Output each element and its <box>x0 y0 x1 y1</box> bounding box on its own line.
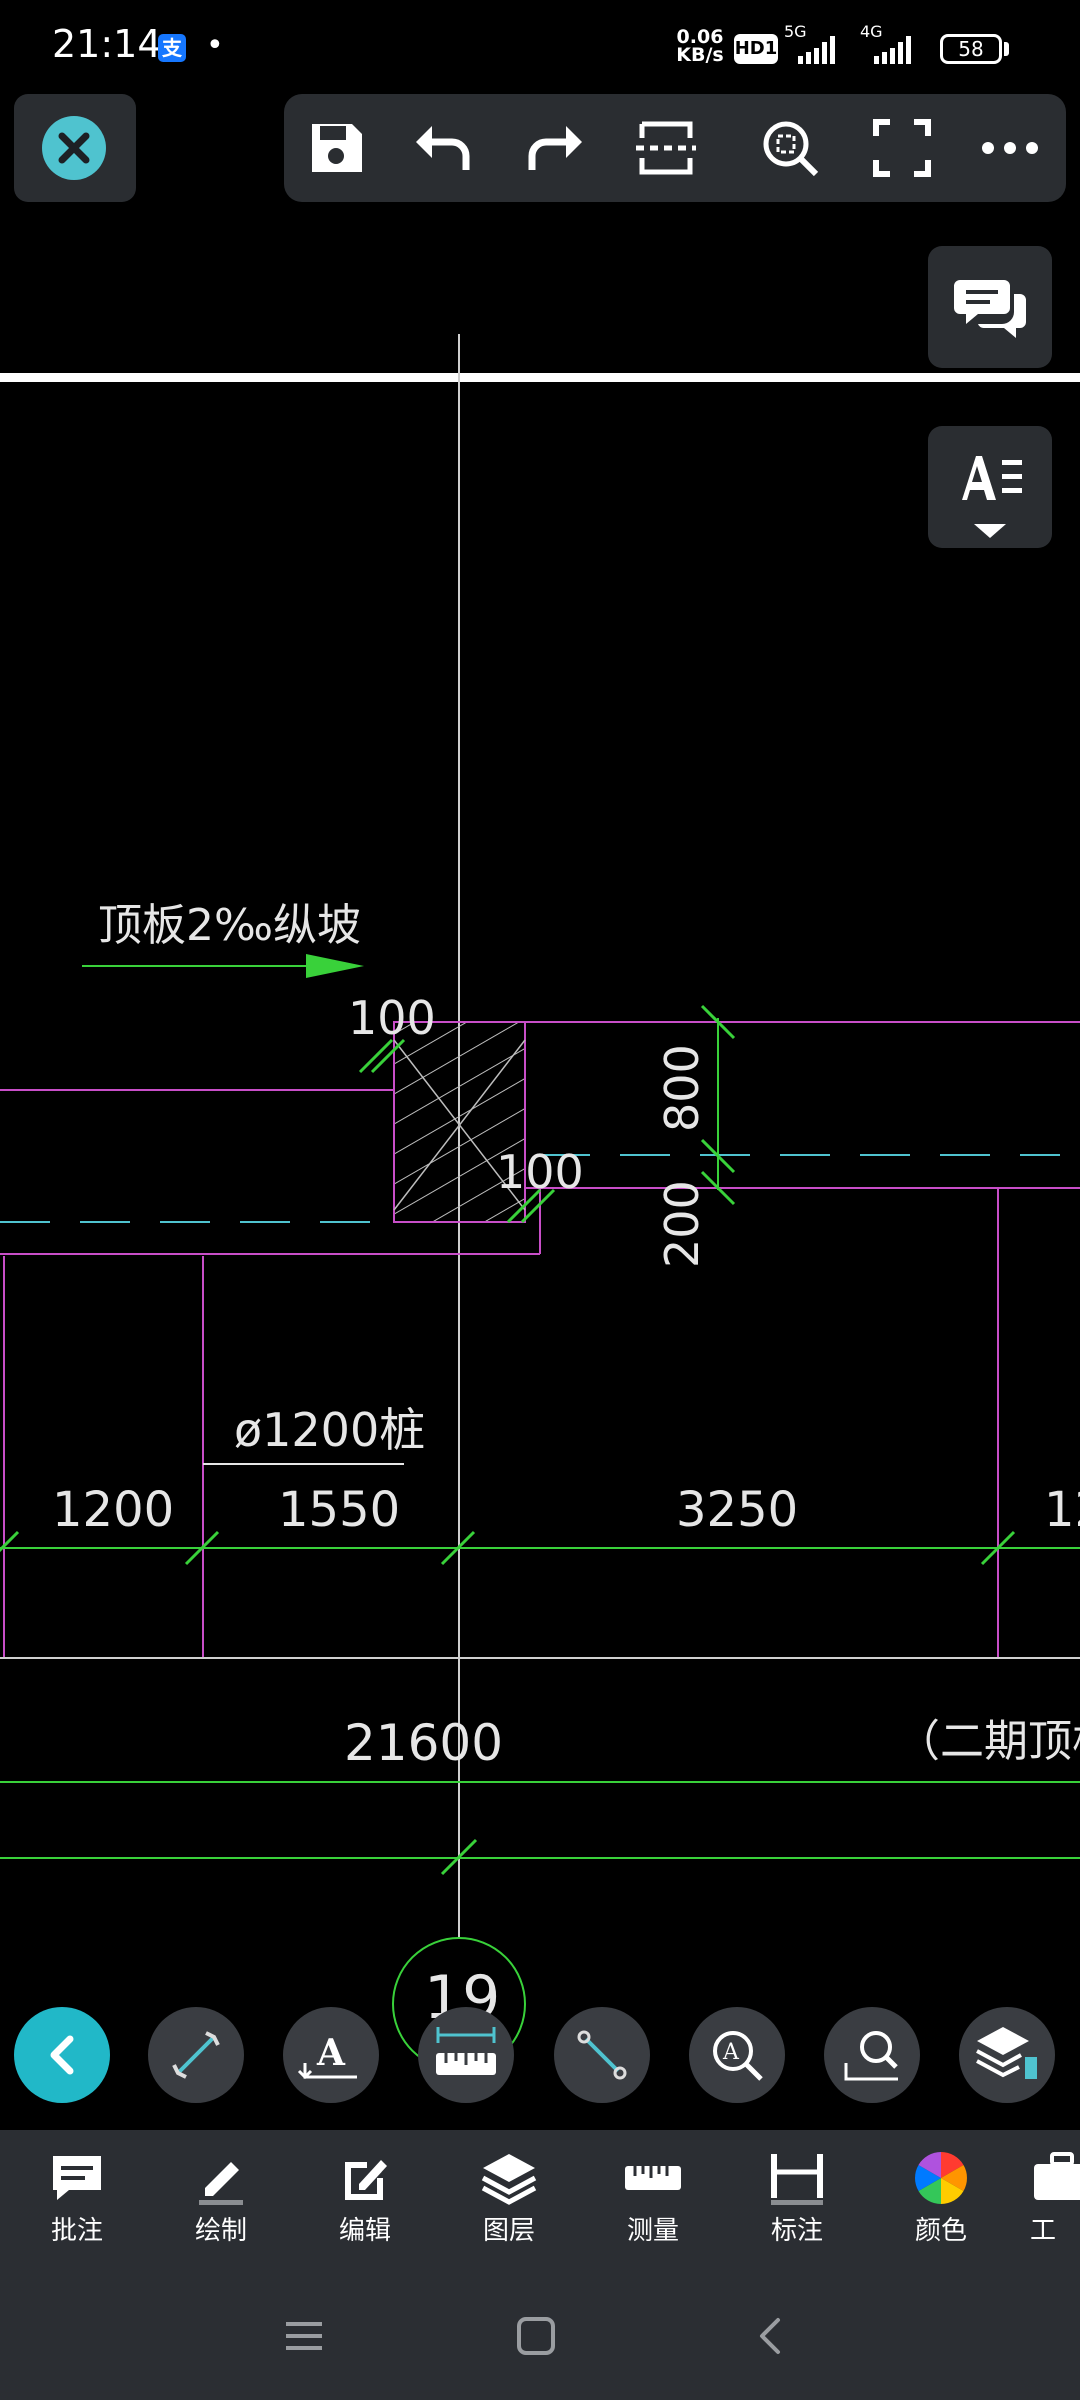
more-button[interactable] <box>978 116 1042 180</box>
point-distance-tool[interactable] <box>554 2007 650 2103</box>
tab-draw-label: 绘制 <box>194 2216 247 2246</box>
text-size-button[interactable] <box>928 426 1052 548</box>
ruler-icon <box>625 2166 681 2190</box>
menu-icon[interactable] <box>282 2314 326 2358</box>
color-wheel-icon <box>915 2152 967 2204</box>
layers-icon <box>481 2154 537 2205</box>
slope-arrow-head <box>306 954 364 978</box>
bottom-feature-bar: 批注 绘制 编辑 图层 测量 标注 颜色 工 <box>0 2130 1080 2272</box>
collapse-tools-button[interactable] <box>14 2007 110 2103</box>
ruler-dimension-icon <box>436 2027 496 2075</box>
top-toolbar <box>284 94 1066 202</box>
dim-100-mid: 100 <box>496 1145 584 1199</box>
tab-annotate[interactable]: 批注 <box>22 2148 132 2258</box>
comment-icon <box>53 2156 101 2200</box>
comment-search-icon <box>844 2031 898 2081</box>
measure-aligned-tool[interactable] <box>148 2007 244 2103</box>
close-button-container <box>14 94 136 202</box>
tab-tools-label: 工 <box>1030 2216 1057 2246</box>
dim-3250: 3250 <box>676 1482 798 1538</box>
layer-tool[interactable] <box>959 2007 1055 2103</box>
dim-100-top: 100 <box>348 991 436 1045</box>
redo-button[interactable] <box>522 116 586 180</box>
zoom-search-icon <box>763 121 819 177</box>
dimension-icon <box>771 2154 823 2205</box>
more-icon <box>982 142 1038 154</box>
svg-text:A: A <box>722 2040 740 2065</box>
toolbox-icon <box>1034 2152 1080 2200</box>
tab-draw[interactable]: 绘制 <box>166 2148 276 2258</box>
area-search-tool[interactable] <box>824 2007 920 2103</box>
pile-lines <box>3 1188 999 1658</box>
tab-edit[interactable]: 编辑 <box>310 2148 420 2258</box>
tab-measure[interactable]: 测量 <box>598 2148 708 2258</box>
undo-icon <box>416 126 470 170</box>
save-button[interactable] <box>304 116 368 180</box>
text-annotation-icon: A <box>297 2032 357 2080</box>
text-search-tool[interactable]: A <box>689 2007 785 2103</box>
cad-drawing-canvas[interactable]: 顶板2‰纵坡 100 100 800 200 ø1200桩 1200 1550 … <box>0 0 1080 2130</box>
comment-bubbles-icon <box>954 280 1026 338</box>
layers-icon <box>976 2027 1037 2079</box>
tab-measure-label: 测量 <box>626 2216 679 2246</box>
back-icon[interactable] <box>748 2314 792 2358</box>
tab-dimension-label: 标注 <box>770 2216 823 2246</box>
close-icon <box>58 132 90 164</box>
close-button[interactable] <box>42 116 106 180</box>
pile-label: ø1200桩 <box>234 1403 425 1457</box>
diagonal-dimension-icon <box>172 2031 220 2079</box>
dim-200-label: 200 <box>655 1180 709 1268</box>
tab-layers-label: 图层 <box>482 2216 535 2246</box>
home-icon[interactable] <box>514 2314 558 2358</box>
dim-21600: 21600 <box>344 1714 503 1772</box>
phase-2-label: （二期顶板纟 <box>896 1716 1080 1767</box>
tab-tools[interactable]: 工 <box>1030 2148 1080 2258</box>
redo-icon <box>528 126 582 170</box>
undo-button[interactable] <box>412 116 476 180</box>
system-navigation-bar <box>0 2272 1080 2400</box>
dim-1550: 1550 <box>278 1482 400 1538</box>
comments-button[interactable] <box>928 246 1052 368</box>
tab-color-label: 颜色 <box>914 2216 967 2246</box>
tab-layers[interactable]: 图层 <box>454 2148 564 2258</box>
partial-view-button[interactable] <box>634 116 698 180</box>
distance-line-icon <box>577 2030 627 2080</box>
tab-edit-label: 编辑 <box>338 2216 391 2246</box>
text-annotation-tool[interactable]: A <box>283 2007 379 2103</box>
dim-12-cut: 12 <box>1044 1482 1080 1538</box>
slope-label: 顶板2‰纵坡 <box>98 900 361 951</box>
linear-measure-tool[interactable] <box>418 2007 514 2103</box>
tab-dimension[interactable]: 标注 <box>742 2148 852 2258</box>
tab-color[interactable]: 颜色 <box>886 2148 996 2258</box>
pencil-icon <box>199 2162 243 2205</box>
save-icon <box>312 124 362 172</box>
svg-text:A: A <box>316 2032 346 2074</box>
edit-icon <box>345 2160 387 2200</box>
tab-annotate-label: 批注 <box>50 2216 103 2246</box>
fullscreen-icon <box>873 119 931 177</box>
text-search-icon: A <box>713 2031 763 2081</box>
text-format-icon <box>962 456 1022 538</box>
fullscreen-button[interactable] <box>870 116 934 180</box>
section-frame-icon <box>636 121 696 175</box>
dim-1200: 1200 <box>52 1482 174 1538</box>
zoom-extent-button[interactable] <box>758 116 822 180</box>
dim-800-label: 800 <box>655 1044 709 1132</box>
chevron-left-icon <box>50 2035 74 2075</box>
drawing-border-line <box>0 373 1080 382</box>
